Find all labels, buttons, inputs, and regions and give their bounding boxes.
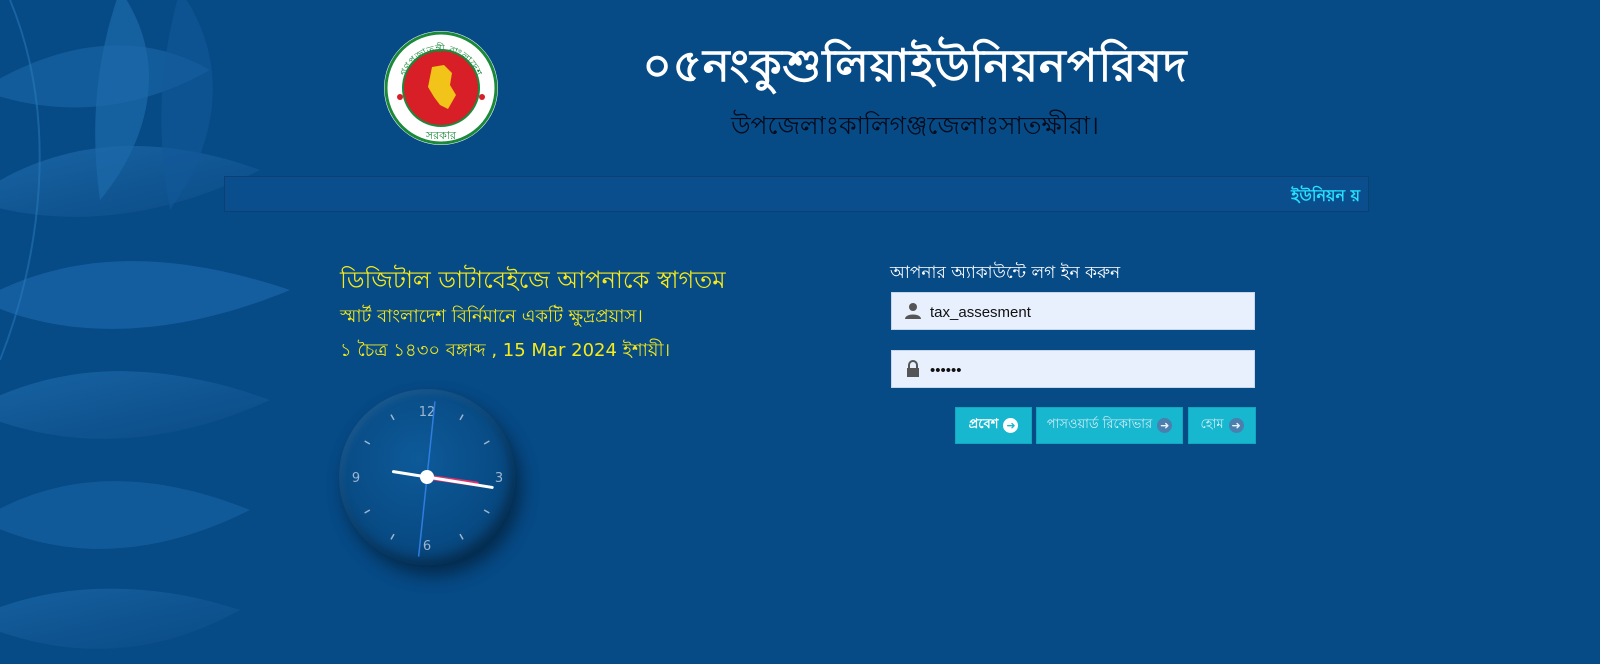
clock-tick <box>459 533 464 540</box>
password-field <box>891 350 1255 389</box>
page-subtitle: উপজেলাঃকালিগঞ্জজেলাঃসাতক্ষীরা। <box>731 111 1099 140</box>
login-heading: আপনার অ্যাকাউন্টে লগ ইন করুন <box>890 263 1121 283</box>
clock-numeral-3: 3 <box>495 471 503 486</box>
clock-tick <box>459 414 464 421</box>
recover-button-label: পাসওয়ার্ড রিকোভার <box>1046 417 1153 432</box>
password-input[interactable] <box>928 351 1252 389</box>
government-emblem: গণপ্রজাতন্ত্রী বাংলাদেশ সরকার <box>382 29 500 147</box>
arrow-circle-right-icon: ➜ <box>1157 418 1173 433</box>
page-title: ০৫নংকুশুলিয়াইউনিয়নপরিষদ <box>642 39 1188 92</box>
clock-numeral-9: 9 <box>352 471 360 486</box>
password-recover-button[interactable]: পাসওয়ার্ড রিকোভার ➜ <box>1036 407 1183 444</box>
welcome-heading: ডিজিটাল ডাটাবেইজে আপনাকে স্বাগতম <box>340 266 726 294</box>
clock-tick <box>483 440 490 445</box>
clock-tick <box>364 509 371 514</box>
clock-tick <box>364 440 371 445</box>
arrow-circle-right-icon: ➜ <box>1003 418 1019 433</box>
login-button-label: প্রবেশ <box>968 417 999 432</box>
news-marquee: ইউনিয়ন য় <box>224 176 1369 212</box>
arrow-circle-right-icon: ➜ <box>1228 418 1244 433</box>
clock-tick <box>390 414 395 421</box>
user-icon <box>904 302 922 320</box>
clock-minute-hand <box>391 470 494 489</box>
welcome-slogan: স্মার্ট বাংলাদেশ বির্নিমানে একটি ক্ষুদ্র… <box>340 306 643 327</box>
clock-tick <box>390 533 395 540</box>
analog-clock: 12 3 6 9 <box>339 389 515 565</box>
marquee-text: ইউনিয়ন য় <box>1291 186 1360 205</box>
clock-numeral-6: 6 <box>423 539 431 554</box>
leaf-background <box>0 0 320 664</box>
clock-tick <box>483 509 490 514</box>
lock-icon <box>904 360 922 378</box>
login-button[interactable]: প্রবেশ ➜ <box>955 407 1032 444</box>
username-field <box>891 292 1255 331</box>
home-button[interactable]: হোম ➜ <box>1188 407 1256 444</box>
username-input[interactable] <box>928 293 1252 331</box>
date-line: ১ চৈত্র ১৪৩০ বঙ্গাব্দ , 15 Mar 2024 ইশায… <box>340 340 671 361</box>
home-button-label: হোম <box>1200 417 1224 432</box>
emblem-bottom-text: সরকার <box>425 129 457 142</box>
